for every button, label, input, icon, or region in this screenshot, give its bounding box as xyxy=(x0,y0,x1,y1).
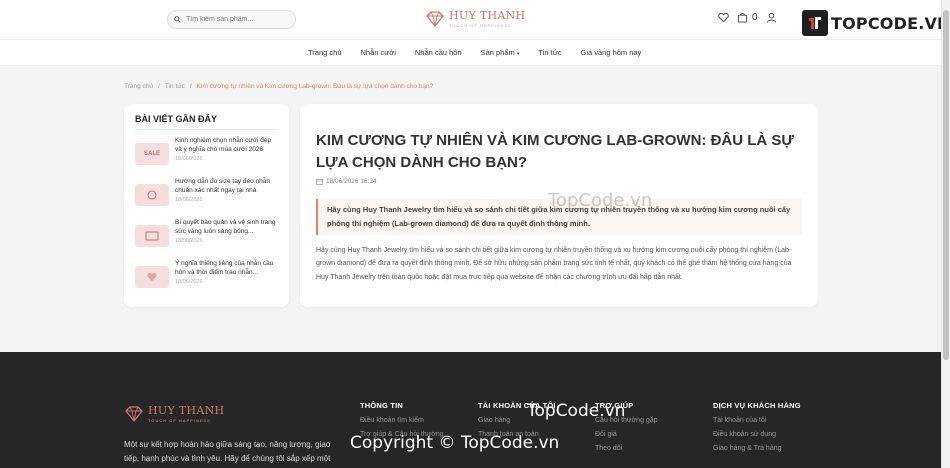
breadcrumb-home[interactable]: Trang chủ xyxy=(124,83,153,90)
footer-brand-logo[interactable]: HUY THANH TOUCH OF HAPPINESS xyxy=(124,404,224,423)
heart-icon[interactable] xyxy=(718,12,729,23)
footer-link[interactable]: Giao hàng & Trả hàng xyxy=(713,445,801,452)
breadcrumb-current: Kim cương tự nhiên và Kim cương Lab-grow… xyxy=(196,83,434,90)
search-icon xyxy=(174,16,181,23)
footer-link[interactable]: Tài khoản của tôi xyxy=(713,417,801,424)
post-date: 18/06/2026 xyxy=(175,156,203,163)
post-title[interactable]: Ý nghĩa thiêng liêng của nhẫn cầu hôn và… xyxy=(175,259,278,277)
brand-name: HUY THANH xyxy=(449,9,526,22)
user-icon[interactable] xyxy=(766,12,777,23)
copyright-watermark: Copyright © TopCode.vn xyxy=(350,433,560,453)
cart-icon[interactable] xyxy=(737,12,748,23)
search-input[interactable] xyxy=(186,16,286,23)
footer-column-customer-service: DỊCH VỤ KHÁCH HÀNG Tài khoản của tôi Điề… xyxy=(713,401,801,452)
topcode-text: TOPCODE.VN xyxy=(831,13,950,33)
post-thumbnail[interactable]: SALE xyxy=(135,143,169,165)
footer-brand-name: HUY THANH xyxy=(148,404,225,417)
search-box[interactable] xyxy=(167,10,296,29)
recent-post-item[interactable]: Hướng dẫn đo size tay đeo nhẫn chuẩn xác… xyxy=(135,177,278,212)
post-title[interactable]: Bí quyết bảo quản và vệ sinh trang sức v… xyxy=(175,218,278,236)
nav-item-products[interactable]: Sản phẩm ▾ xyxy=(481,48,520,57)
calendar-icon xyxy=(316,178,323,185)
nav-item-engagement-rings[interactable]: Nhẫn cầu hôn xyxy=(415,48,462,57)
sidebar-title: BÀI VIẾT GẦN ĐÂY xyxy=(135,114,278,130)
post-date: 18/06/2026 xyxy=(175,197,203,204)
article-body: Hãy cùng Huy Thanh Jewelry tìm hiểu và s… xyxy=(316,247,792,281)
diamond-logo-icon xyxy=(426,10,444,27)
footer-brand-tagline: TOUCH OF HAPPINESS xyxy=(148,418,211,423)
article-date: 18/06/2026 16:24 xyxy=(326,177,377,185)
recent-posts-sidebar: BÀI VIẾT GẦN ĐÂY SALE Kinh nghiệm chọn n… xyxy=(124,104,289,307)
nav-item-news[interactable]: Tin tức xyxy=(538,48,561,57)
recent-post-item[interactable]: Bí quyết bảo quản và vệ sinh trang sức v… xyxy=(135,218,278,253)
watermark-text: TopCode.vn xyxy=(527,401,626,421)
diamond-logo-icon xyxy=(125,405,143,422)
post-thumbnail[interactable] xyxy=(135,266,169,288)
dropdown-caret-icon: ▾ xyxy=(516,51,520,57)
post-thumbnail[interactable] xyxy=(135,184,169,206)
breadcrumb-separator: / xyxy=(189,83,192,90)
post-date: 18/06/2026 xyxy=(175,238,203,245)
footer-link[interactable]: Điều khoản sử dụng xyxy=(713,431,801,438)
nav-item-gold-price[interactable]: Giá vàng hôm nay xyxy=(580,48,641,57)
cart-count: 0 xyxy=(752,12,758,23)
page-scrollbar[interactable] xyxy=(941,0,950,468)
jewelry-care-icon xyxy=(145,231,159,241)
recent-post-item[interactable]: SALE Kinh nghiệm chọn nhẫn cưới đẹp và ý… xyxy=(135,136,278,171)
breadcrumb-separator: / xyxy=(158,83,160,90)
topcode-watermark-logo: TOPCODE.VN xyxy=(802,10,950,36)
ring-size-icon xyxy=(147,190,157,200)
footer-description: Một sự kết hợp hoàn hảo giữa sáng tạo, n… xyxy=(124,440,331,463)
post-thumbnail[interactable] xyxy=(135,225,169,247)
post-date: 18/06/2026 xyxy=(175,279,203,286)
topcode-badge-icon xyxy=(802,10,828,36)
footer-column-title: DỊCH VỤ KHÁCH HÀNG xyxy=(713,401,801,410)
footer-link[interactable]: Điều khoản tìm kiếm xyxy=(360,417,444,424)
nav-item-wedding-rings[interactable]: Nhẫn cưới xyxy=(361,48,396,57)
footer-link[interactable]: Đổi giá xyxy=(595,431,658,438)
brand-tagline: TOUCH OF HAPPINESS xyxy=(449,23,512,28)
footer-link[interactable]: Theo dõi xyxy=(595,445,658,452)
watermark-text: TopCode.vn xyxy=(548,190,653,211)
post-title[interactable]: Kinh nghiệm chọn nhẫn cưới đẹp và ý nghĩ… xyxy=(175,136,278,154)
post-title[interactable]: Hướng dẫn đo size tay đeo nhẫn chuẩn xác… xyxy=(175,177,278,195)
main-nav: Trang chủ Nhẫn cưới Nhẫn cầu hôn Sản phẩ… xyxy=(308,48,641,57)
brand-logo[interactable]: HUY THANH TOUCH OF HAPPINESS xyxy=(425,9,525,28)
article-title: KIM CƯƠNG TỰ NHIÊN VÀ KIM CƯƠNG LAB-GROW… xyxy=(316,132,794,171)
nav-item-home[interactable]: Trang chủ xyxy=(308,48,342,57)
header-actions: 0 xyxy=(718,12,777,23)
top-header: HUY THANH TOUCH OF HAPPINESS 0 TOPCODE.V… xyxy=(0,0,950,40)
scrollbar-thumb[interactable] xyxy=(943,10,949,360)
breadcrumb-news[interactable]: Tin tức xyxy=(165,83,185,90)
footer-column-title: THÔNG TIN xyxy=(360,401,404,410)
main-nav-bar: Trang chủ Nhẫn cưới Nhẫn cầu hôn Sản phẩ… xyxy=(0,40,950,66)
article-meta: 18/06/2026 16:24 xyxy=(316,178,802,185)
breadcrumb: Trang chủ / Tin tức / Kim cương tự nhiên… xyxy=(124,83,433,90)
recent-post-item[interactable]: Ý nghĩa thiêng liêng của nhẫn cầu hôn và… xyxy=(135,259,278,294)
heart-ring-icon xyxy=(147,273,157,281)
